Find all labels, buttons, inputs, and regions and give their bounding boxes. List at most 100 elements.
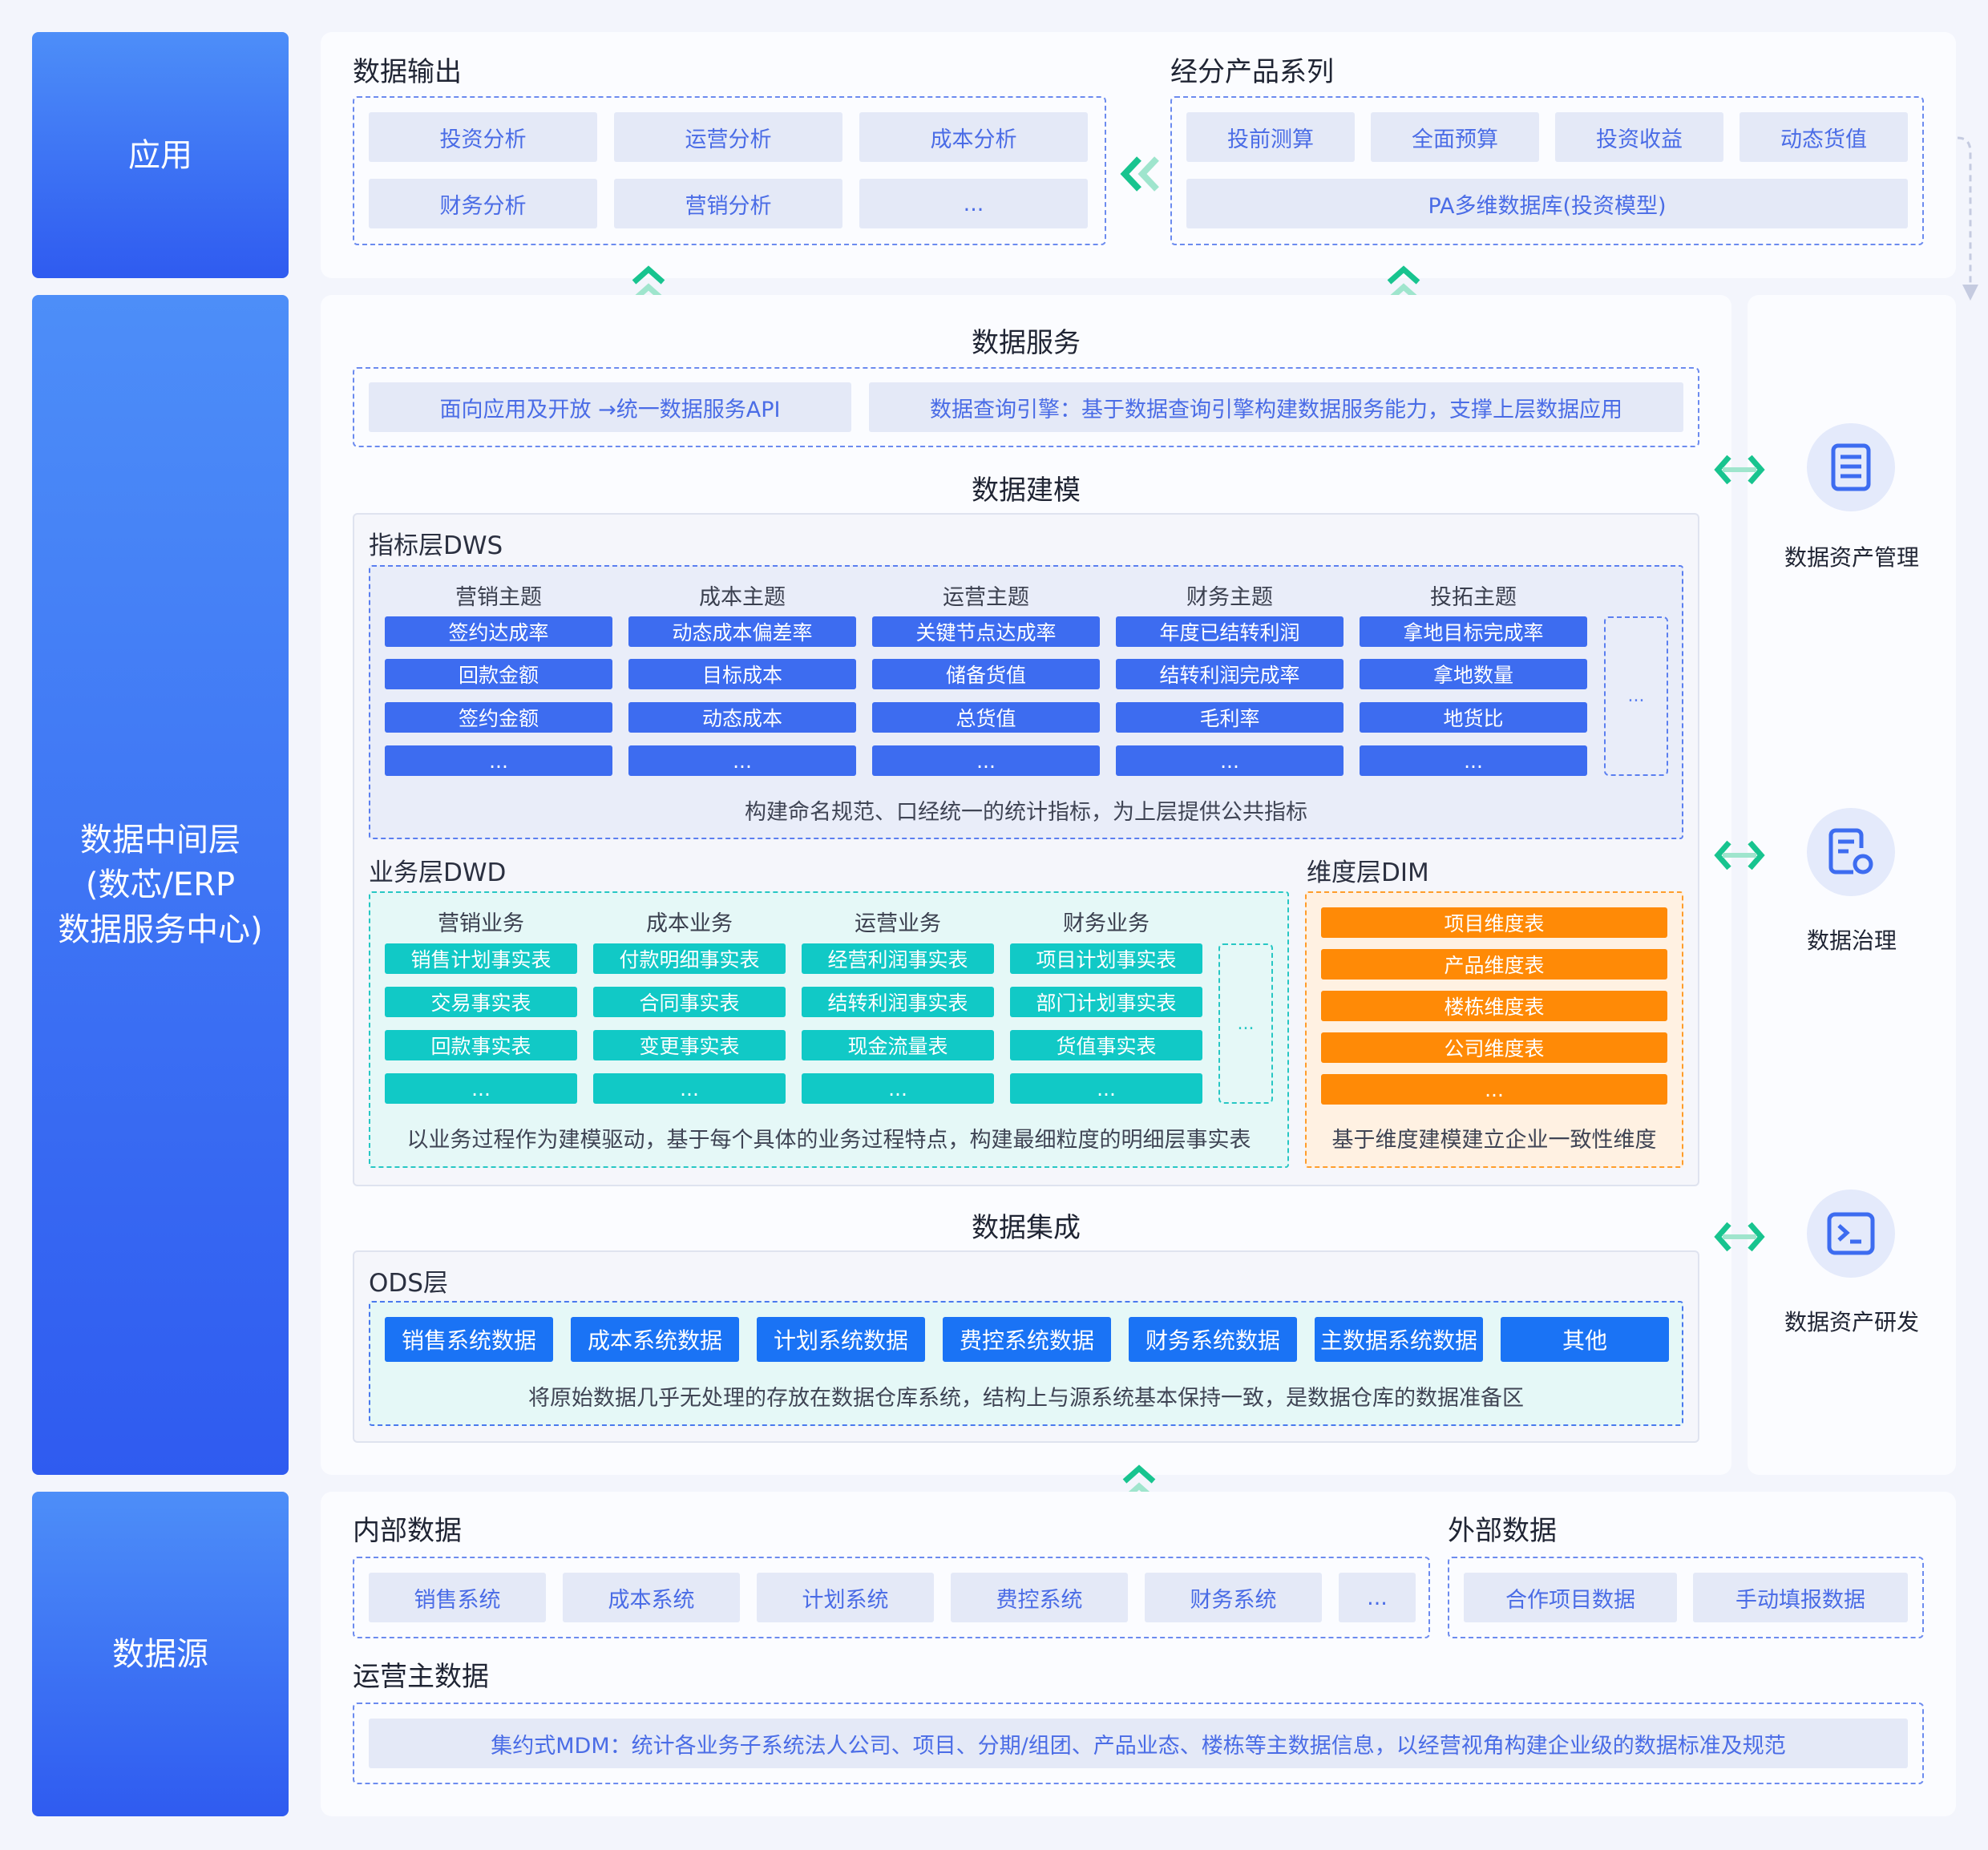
- dim-table: 产品维度表: [1321, 949, 1667, 980]
- dws-metric: ...: [1360, 745, 1587, 776]
- right-label-asset-management: 数据资产管理: [1784, 544, 1919, 571]
- dwd-column-title: 运营业务: [855, 911, 941, 936]
- dws-metric: 动态成本偏差率: [628, 616, 856, 647]
- ods-source-data: 计划系统数据: [757, 1317, 925, 1362]
- layer-label-middle: 数据中间层 (数芯/ERP 数据服务中心): [32, 295, 289, 1475]
- internal-system-chip: 成本系统: [563, 1573, 740, 1622]
- mdm-chip: 集约式MDM：统计各业务子系统法人公司、项目、分期/组团、产品业态、楼栋等主数据…: [369, 1719, 1908, 1768]
- dws-label: 指标层DWS: [369, 531, 503, 560]
- dwd-table: 现金流量表: [802, 1030, 994, 1060]
- output-chip: 财务分析: [369, 179, 597, 228]
- output-chip: 成本分析: [859, 112, 1088, 162]
- internal-system-chip: 销售系统: [369, 1573, 546, 1622]
- layer-label-source: 数据源: [32, 1492, 289, 1816]
- dwd-table: 合同事实表: [593, 987, 786, 1017]
- dws-metric: ...: [872, 745, 1100, 776]
- layer-label-app: 应用: [32, 32, 289, 278]
- dws-metric: 结转利润完成率: [1116, 659, 1344, 689]
- right-label-governance: 数据治理: [1806, 927, 1897, 954]
- dwd-table: ...: [802, 1073, 994, 1104]
- dwd-table: 交易事实表: [385, 987, 577, 1017]
- dwd-table: 项目计划事实表: [1010, 943, 1202, 974]
- dws-metric: 地货比: [1360, 702, 1587, 733]
- internal-system-chip: 费控系统: [951, 1573, 1128, 1622]
- dws-metric: 拿地目标完成率: [1360, 616, 1587, 647]
- dwd-table: 货值事实表: [1010, 1030, 1202, 1060]
- dotted-return-arrow: [1957, 136, 1978, 301]
- dwd-column-title: 营销业务: [438, 911, 524, 936]
- ods-label: ODS层: [369, 1269, 448, 1298]
- dws-metric: 动态成本: [628, 702, 856, 733]
- output-chip: ...: [859, 179, 1088, 228]
- output-chip: 营销分析: [614, 179, 842, 228]
- list-doc-icon: [1807, 423, 1895, 511]
- dwd-table: 销售计划事实表: [385, 943, 577, 974]
- dwd-table: ...: [385, 1073, 577, 1104]
- right-label-asset-rd: 数据资产研发: [1784, 1309, 1919, 1335]
- dwd-label: 业务层DWD: [369, 858, 507, 887]
- dws-metric: 关键节点达成率: [872, 616, 1100, 647]
- dws-column-title: 运营主题: [943, 585, 1029, 610]
- product-series-title: 经分产品系列: [1170, 56, 1334, 88]
- dws-column-title: 财务主题: [1186, 585, 1273, 610]
- data-service-title: 数据服务: [972, 327, 1081, 359]
- ods-note: 将原始数据几乎无处理的存放在数据仓库系统，结构上与源系统基本保持一致，是数据仓库…: [528, 1386, 1524, 1411]
- dws-metric: 毛利率: [1116, 702, 1344, 733]
- ods-source-data: 费控系统数据: [943, 1317, 1111, 1362]
- dwd-note: 以业务过程作为建模驱动，基于每个具体的业务过程特点，构建最细粒度的明细层事实表: [406, 1128, 1251, 1153]
- dws-metric: 拿地数量: [1360, 659, 1587, 689]
- dwd-table: 付款明细事实表: [593, 943, 786, 974]
- dws-column-title: 营销主题: [455, 585, 542, 610]
- dws-metric: 签约达成率: [385, 616, 612, 647]
- dws-metric: ...: [1116, 745, 1344, 776]
- data-output-title: 数据输出: [353, 56, 462, 88]
- internal-data-title: 内部数据: [353, 1515, 462, 1547]
- internal-system-chip: ...: [1339, 1573, 1416, 1622]
- dws-metric: ...: [385, 745, 612, 776]
- dim-note: 基于维度建模建立企业一致性维度: [1331, 1128, 1657, 1153]
- ods-source-data: 销售系统数据: [385, 1317, 553, 1362]
- service-chip-engine: 数据查询引擎：基于数据查询引擎构建数据服务能力，支撑上层数据应用: [869, 382, 1683, 432]
- output-chip: 投资分析: [369, 112, 597, 162]
- product-chip: 全面预算: [1371, 112, 1539, 162]
- dwd-table: 部门计划事实表: [1010, 987, 1202, 1017]
- dwd-column-title: 财务业务: [1063, 911, 1150, 936]
- ods-source-data: 主数据系统数据: [1315, 1317, 1483, 1362]
- internal-system-chip: 计划系统: [757, 1573, 934, 1622]
- dws-metric: 储备货值: [872, 659, 1100, 689]
- data-integration-title: 数据集成: [972, 1212, 1081, 1244]
- dws-metric: 总货值: [872, 702, 1100, 733]
- dim-label: 维度层DIM: [1307, 858, 1429, 887]
- dwd-table: 回款事实表: [385, 1030, 577, 1060]
- dwd-more-box: ...: [1218, 943, 1273, 1104]
- pa-database-chip: PA多维数据库(投资模型): [1186, 179, 1908, 228]
- bidirectional-arrow-icon: [1714, 1222, 1765, 1252]
- internal-system-chip: 财务系统: [1145, 1573, 1322, 1622]
- terminal-icon: [1807, 1190, 1895, 1278]
- dws-column-title: 成本主题: [699, 585, 786, 610]
- left-double-chevron-icon: [1120, 156, 1159, 192]
- external-data-title: 外部数据: [1448, 1515, 1557, 1547]
- dwd-table: 经营利润事实表: [802, 943, 994, 974]
- dws-metric: ...: [628, 745, 856, 776]
- dim-table: 项目维度表: [1321, 907, 1667, 938]
- dwd-table: ...: [1010, 1073, 1202, 1104]
- dim-table: 公司维度表: [1321, 1032, 1667, 1063]
- bidirectional-arrow-icon: [1714, 454, 1765, 485]
- dws-column-title: 投拓主题: [1430, 585, 1517, 610]
- dwd-table: 结转利润事实表: [802, 987, 994, 1017]
- ods-source-data: 其他: [1501, 1317, 1669, 1362]
- dwd-column-title: 成本业务: [646, 911, 733, 936]
- dim-table: ...: [1321, 1074, 1667, 1105]
- external-data-chip: 手动填报数据: [1693, 1573, 1908, 1622]
- data-modeling-title: 数据建模: [972, 475, 1081, 507]
- dws-metric: 签约金额: [385, 702, 612, 733]
- dws-more-box: ...: [1604, 616, 1668, 776]
- ops-master-data-title: 运营主数据: [353, 1661, 489, 1693]
- service-chip-api: 面向应用及开放 →统一数据服务API: [369, 382, 851, 432]
- product-chip: 动态货值: [1740, 112, 1908, 162]
- dws-metric: 回款金额: [385, 659, 612, 689]
- external-data-chip: 合作项目数据: [1464, 1573, 1677, 1622]
- product-chip: 投资收益: [1555, 112, 1723, 162]
- ods-source-data: 财务系统数据: [1129, 1317, 1297, 1362]
